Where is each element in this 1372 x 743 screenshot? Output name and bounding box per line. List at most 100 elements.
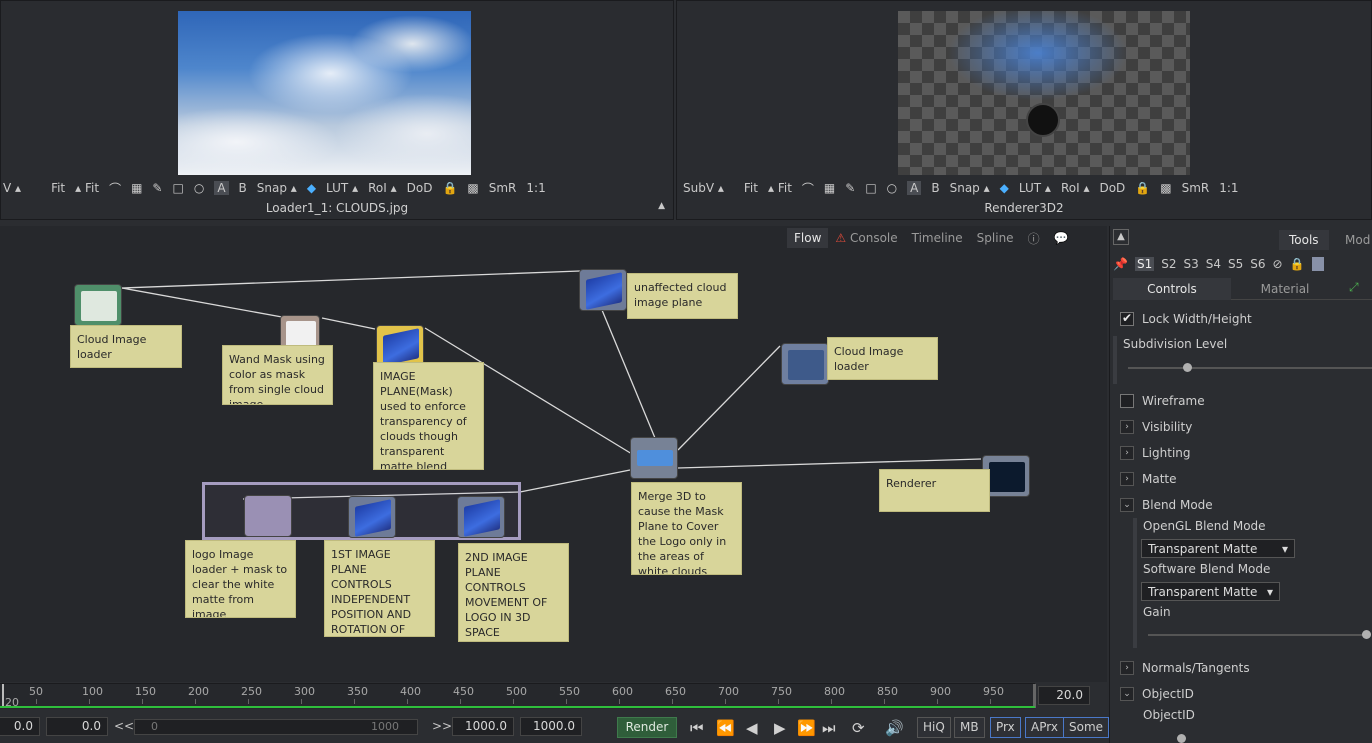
node-second-plane[interactable] bbox=[457, 496, 505, 538]
lock-width-height-checkbox[interactable] bbox=[1120, 311, 1134, 326]
render-range-bar[interactable] bbox=[0, 706, 1035, 708]
expand-icon[interactable]: › bbox=[1120, 661, 1134, 675]
gain-slider-knob[interactable] bbox=[1362, 630, 1371, 639]
note-merge3d[interactable]: Merge 3D to cause the Mask Plane to Cove… bbox=[631, 482, 742, 575]
node-first-plane[interactable] bbox=[348, 496, 396, 538]
slot-s3[interactable]: S3 bbox=[1183, 257, 1198, 271]
gain-slider-track[interactable] bbox=[1148, 634, 1366, 636]
render-end-field[interactable]: 1000.0 bbox=[452, 717, 514, 736]
next-range-button[interactable]: >> bbox=[432, 719, 452, 733]
node-merge3d[interactable] bbox=[630, 437, 678, 479]
lock-icon-inspector[interactable]: 🔒 bbox=[1290, 257, 1305, 271]
ruler-label: 800 bbox=[824, 685, 845, 698]
step-forward-icon[interactable]: ⏩ bbox=[797, 719, 816, 737]
slot-s6[interactable]: S6 bbox=[1250, 257, 1265, 271]
ruler-tick bbox=[460, 699, 461, 704]
mb-button[interactable]: MB bbox=[954, 717, 985, 738]
expand-icon[interactable]: › bbox=[1120, 472, 1134, 486]
collapse-section-icon[interactable]: ⌄ bbox=[1120, 498, 1134, 512]
dropdown-arrow-icon: ▾ bbox=[1266, 584, 1273, 599]
node-logo-loader[interactable] bbox=[244, 495, 292, 537]
note-second-plane[interactable]: 2ND IMAGE PLANE CONTROLS MOVEMENT OF LOG… bbox=[458, 543, 569, 642]
dropdown-arrow-icon: ▾ bbox=[1281, 541, 1288, 556]
tab-controls[interactable]: Controls bbox=[1113, 278, 1231, 300]
section-lighting[interactable]: › Lighting bbox=[1120, 446, 1191, 460]
current-time-field[interactable]: 20.0 bbox=[1038, 686, 1090, 705]
ruler-label: 200 bbox=[188, 685, 209, 698]
section-matte[interactable]: › Matte bbox=[1120, 472, 1177, 486]
tab-material[interactable]: Material bbox=[1233, 278, 1337, 300]
prx-button[interactable]: Prx bbox=[990, 717, 1021, 738]
note-logo-loader[interactable]: logo Image loader + mask to clear the wh… bbox=[185, 540, 296, 618]
note-cloud-loader-left[interactable]: Cloud Image loader bbox=[70, 325, 182, 368]
objectid-slider-knob[interactable] bbox=[1177, 734, 1186, 743]
collapse-icon[interactable]: ▲ bbox=[1113, 229, 1129, 245]
transform-icon[interactable]: ⤢ bbox=[1349, 280, 1359, 295]
tab-tools[interactable]: Tools bbox=[1279, 230, 1329, 250]
lock-icon-right[interactable]: 🔒 bbox=[1135, 181, 1150, 195]
note-cloud-loader-right[interactable]: Cloud Image loader bbox=[827, 337, 938, 380]
wireframe-row[interactable]: Wireframe bbox=[1120, 394, 1205, 408]
color-swatch-icon[interactable] bbox=[1311, 257, 1324, 271]
slot-s4[interactable]: S4 bbox=[1206, 257, 1221, 271]
group-bar-2 bbox=[1133, 518, 1137, 648]
expand-icon[interactable]: › bbox=[1120, 446, 1134, 460]
node-image-plane-mask[interactable] bbox=[376, 325, 424, 367]
note-first-plane[interactable]: 1ST IMAGE PLANE CONTROLS INDEPENDENT POS… bbox=[324, 540, 435, 637]
global-start-field[interactable]: 0.0 bbox=[0, 717, 40, 736]
subdivision-slider-track[interactable] bbox=[1128, 367, 1372, 369]
hiq-button[interactable]: HiQ bbox=[917, 717, 951, 738]
slot-s2[interactable]: S2 bbox=[1161, 257, 1176, 271]
global-end-field[interactable]: 1000.0 bbox=[520, 717, 582, 736]
node-cloud-loader-left[interactable] bbox=[74, 284, 122, 326]
smr-button-right[interactable]: SmR bbox=[1182, 181, 1210, 195]
prev-range-button[interactable]: << bbox=[114, 719, 134, 733]
section-objectid[interactable]: ⌄ ObjectID bbox=[1120, 687, 1194, 701]
ruler-tick bbox=[301, 699, 302, 704]
render-button[interactable]: Render bbox=[617, 717, 677, 738]
wireframe-checkbox[interactable] bbox=[1120, 394, 1134, 408]
time-scrubber[interactable]: 0 1000 bbox=[134, 719, 418, 735]
tab-modifiers[interactable]: Mod bbox=[1335, 230, 1372, 250]
scrub-end-label: 1000 bbox=[371, 720, 399, 733]
software-blend-dropdown[interactable]: Transparent Matte ▾ bbox=[1141, 582, 1280, 601]
aprx-button[interactable]: APrx bbox=[1025, 717, 1064, 738]
render-start-field[interactable]: 0.0 bbox=[46, 717, 108, 736]
section-blend-mode[interactable]: ⌄ Blend Mode bbox=[1120, 498, 1213, 512]
skip-to-start-icon[interactable]: ⏮ bbox=[690, 719, 704, 737]
play-icon[interactable]: ▶ bbox=[774, 719, 786, 737]
audio-icon[interactable]: 🔊 bbox=[885, 719, 904, 737]
ruler-label: 350 bbox=[347, 685, 368, 698]
loop-icon[interactable]: ⟳ bbox=[852, 719, 865, 737]
opengl-blend-dropdown[interactable]: Transparent Matte ▾ bbox=[1141, 539, 1295, 558]
subdivision-slider-knob[interactable] bbox=[1183, 363, 1192, 372]
node-cloud-loader-right[interactable] bbox=[781, 343, 829, 385]
ruler-tick bbox=[407, 699, 408, 704]
slot-s1[interactable]: S1 bbox=[1134, 257, 1155, 271]
expand-icon[interactable]: › bbox=[1120, 420, 1134, 434]
pin-icon[interactable]: 📌 bbox=[1113, 257, 1128, 271]
note-image-plane-mask[interactable]: IMAGE PLANE(Mask) used to enforce transp… bbox=[373, 362, 484, 470]
ruler-label: 850 bbox=[877, 685, 898, 698]
node-unaffected-plane[interactable] bbox=[579, 269, 627, 311]
disable-icon[interactable]: ⊘ bbox=[1273, 257, 1283, 271]
collapse-section-icon[interactable]: ⌄ bbox=[1120, 687, 1134, 701]
section-normals-tangents[interactable]: › Normals/Tangents bbox=[1120, 661, 1250, 675]
image-plane-icon-3 bbox=[355, 499, 391, 537]
ruler-tick bbox=[778, 699, 779, 704]
note-unaffected-plane[interactable]: unaffected cloud image plane bbox=[627, 273, 738, 319]
step-back-icon[interactable]: ⏪ bbox=[716, 719, 735, 737]
ruler-label: 100 bbox=[82, 685, 103, 698]
skip-to-end-icon[interactable]: ⏭ bbox=[822, 719, 836, 737]
checker-icon-right[interactable]: ▩ bbox=[1160, 181, 1171, 195]
lock-width-height-row[interactable]: Lock Width/Height bbox=[1120, 311, 1252, 326]
some-button[interactable]: Some bbox=[1063, 717, 1110, 738]
play-reverse-icon[interactable]: ◀ bbox=[746, 719, 758, 737]
section-visibility[interactable]: › Visibility bbox=[1120, 420, 1192, 434]
slot-s5[interactable]: S5 bbox=[1228, 257, 1243, 271]
zoom-ratio-right[interactable]: 1:1 bbox=[1219, 181, 1238, 195]
note-renderer[interactable]: Renderer bbox=[879, 469, 990, 512]
note-wand-mask[interactable]: Wand Mask using color as mask from singl… bbox=[222, 345, 333, 405]
film-reel-icon bbox=[81, 291, 117, 321]
playhead[interactable] bbox=[2, 684, 4, 708]
